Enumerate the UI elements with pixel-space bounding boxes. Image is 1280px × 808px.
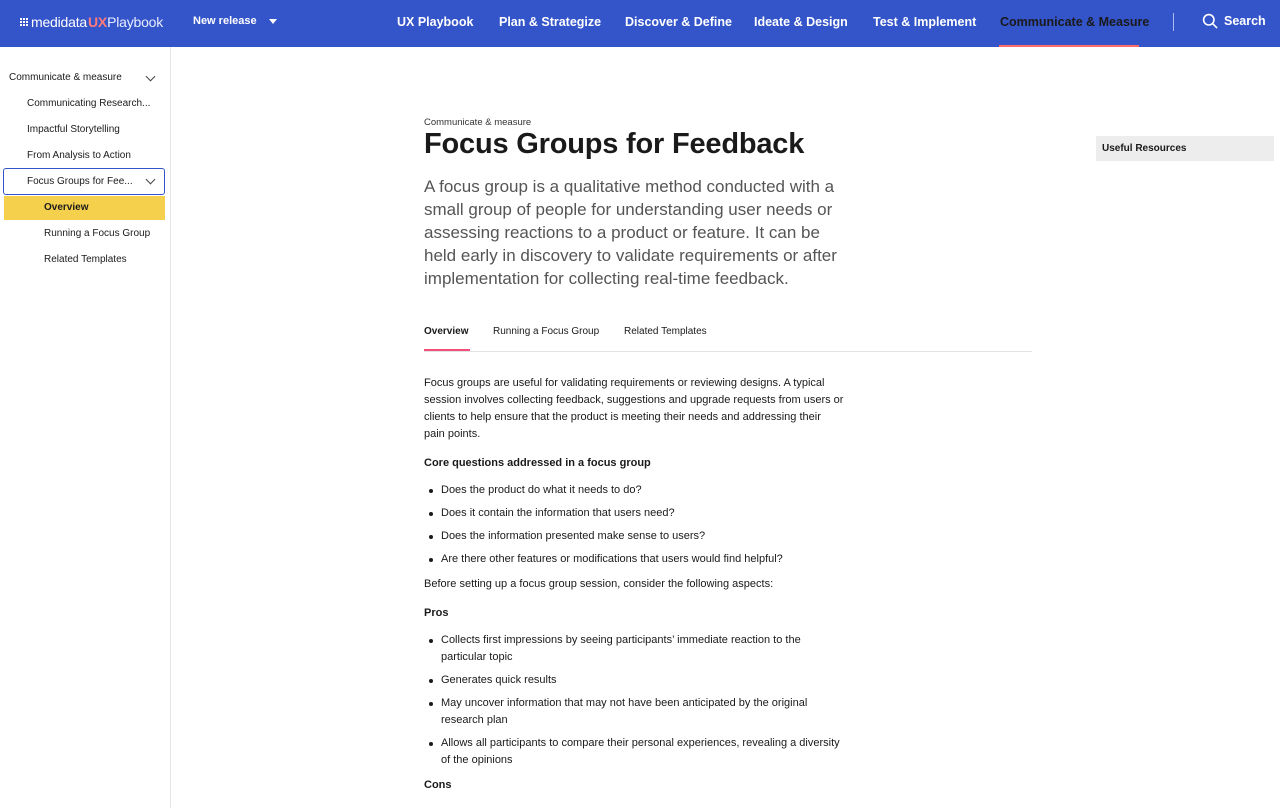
list-item: Does the product do what it needs to do? — [429, 482, 844, 499]
nav-ideate-design[interactable]: Ideate & Design — [754, 0, 848, 47]
page-title: Focus Groups for Feedback — [424, 128, 805, 160]
useful-resources-panel[interactable]: Useful Resources — [1096, 136, 1274, 161]
caret-down-icon — [268, 18, 277, 24]
tab-overview[interactable]: Overview — [424, 326, 468, 337]
search-icon — [1202, 13, 1218, 29]
tab-related-templates[interactable]: Related Templates — [624, 326, 707, 337]
list-item: Generates quick results — [429, 672, 844, 689]
questions-list: Does the product do what it needs to do?… — [429, 482, 844, 568]
article-body: Focus groups are useful for validating r… — [424, 375, 844, 804]
active-tab-underline — [424, 349, 470, 351]
content-tabs: Overview Running a Focus Group Related T… — [424, 318, 1032, 352]
consider-paragraph: Before setting up a focus group session,… — [424, 578, 774, 590]
medidata-ux-playbook-logo[interactable]: medidata UX Playbook — [20, 12, 163, 32]
sidebar: Communicate & measure Communicating Rese… — [0, 47, 171, 808]
nav-divider — [1173, 13, 1174, 31]
cons-heading: Cons — [424, 779, 452, 791]
list-item: Collects first impressions by seeing par… — [429, 632, 844, 666]
pros-heading: Pros — [424, 607, 449, 619]
release-dropdown[interactable]: New release — [193, 15, 277, 27]
logo-product-text: Playbook — [107, 14, 164, 30]
sidebar-item-impactful-storytelling[interactable]: Impactful Storytelling — [27, 124, 120, 135]
nav-test-implement[interactable]: Test & Implement — [873, 0, 976, 47]
logo-brand-text: medidata — [31, 14, 87, 30]
sidebar-section-communicate-measure[interactable]: Communicate & measure — [9, 72, 122, 83]
list-item: Allows all participants to compare their… — [429, 735, 844, 769]
list-item: Does the information presented make sens… — [429, 528, 844, 545]
sidebar-item-communicating-research[interactable]: Communicating Research... — [27, 98, 150, 109]
search-label: Search — [1224, 14, 1266, 28]
active-nav-underline — [999, 45, 1139, 47]
list-item: Are there other features or modification… — [429, 551, 844, 568]
sidebar-subitem-overview[interactable]: Overview — [44, 202, 88, 213]
nav-ux-playbook[interactable]: UX Playbook — [397, 0, 473, 47]
sidebar-subitem-related-templates[interactable]: Related Templates — [44, 254, 127, 265]
sidebar-item-focus-groups-label: Focus Groups for Fee... — [27, 176, 133, 187]
list-item: May uncover information that may not hav… — [429, 695, 844, 729]
logo-ux-text: UX — [88, 14, 108, 30]
logo-grid-icon — [20, 18, 28, 26]
page-lead-paragraph: A focus group is a qualitative method co… — [424, 177, 837, 288]
chevron-down-icon[interactable] — [145, 71, 156, 82]
list-item: Does it contain the information that use… — [429, 505, 844, 522]
release-dropdown-label: New release — [193, 15, 257, 27]
nav-plan-strategize[interactable]: Plan & Strategize — [499, 0, 601, 47]
search-button[interactable]: Search — [1202, 13, 1266, 29]
questions-heading: Core questions addressed in a focus grou… — [424, 457, 651, 469]
nav-discover-define[interactable]: Discover & Define — [625, 0, 732, 47]
breadcrumb[interactable]: Communicate & measure — [424, 117, 531, 128]
tab-running-focus-group[interactable]: Running a Focus Group — [493, 326, 599, 337]
top-navigation-bar: medidata UX Playbook New release UX Play… — [0, 0, 1280, 47]
pros-list: Collects first impressions by seeing par… — [429, 632, 844, 769]
nav-communicate-measure[interactable]: Communicate & Measure — [1000, 0, 1149, 47]
sidebar-item-analysis-to-action[interactable]: From Analysis to Action — [27, 150, 131, 161]
intro-paragraph: Focus groups are useful for validating r… — [424, 377, 844, 440]
sidebar-subitem-running-focus-group[interactable]: Running a Focus Group — [44, 228, 150, 239]
